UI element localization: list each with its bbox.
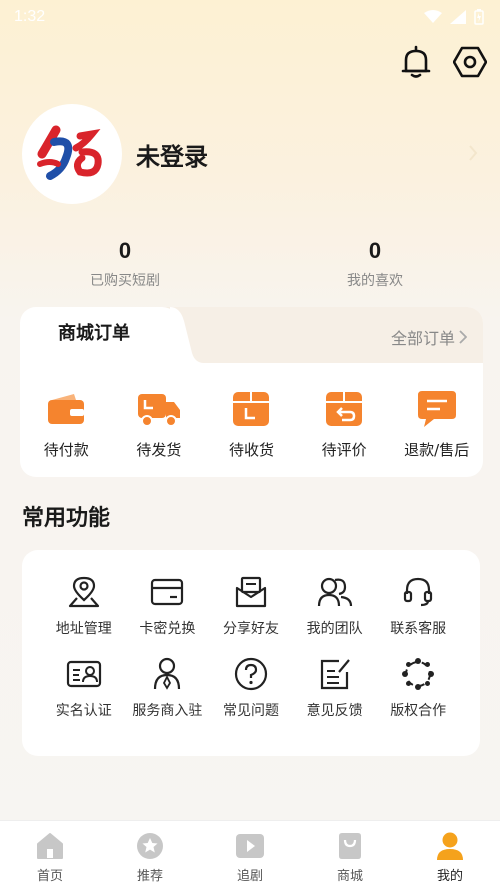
headset-icon: [404, 577, 433, 607]
func-customer-service[interactable]: 联系客服: [376, 574, 460, 638]
order-pending-receipt[interactable]: 待收货: [209, 389, 293, 460]
avatar[interactable]: [22, 104, 122, 204]
star-icon: [137, 833, 163, 859]
settings-hex-icon: [453, 46, 487, 78]
settings-button[interactable]: [452, 42, 488, 82]
profile-header[interactable]: 未登录: [22, 104, 492, 204]
tab-series[interactable]: 追剧: [200, 821, 300, 889]
func-label: 实名认证: [55, 703, 112, 719]
func-label: 常见问题: [222, 703, 279, 719]
func-card-redeem[interactable]: 卡密兑换: [126, 574, 210, 638]
stats-row: 0 已购买短剧 0 我的喜欢: [0, 238, 500, 290]
id-card-icon: [66, 660, 101, 688]
order-label: 待发货: [136, 441, 182, 459]
order-label: 待评价: [321, 441, 367, 459]
person-icon: [437, 832, 463, 860]
home-icon: [37, 833, 63, 859]
functions-card: 地址管理 卡密兑换 分享好友 我的团队 联系客服 实名认证 服务商入驻 常见问题…: [22, 550, 480, 756]
team-icon: [317, 577, 352, 607]
order-pending-payment[interactable]: 待付款: [24, 389, 108, 460]
functions-grid: 地址管理 卡密兑换 分享好友 我的团队 联系客服 实名认证 服务商入驻 常见问题…: [42, 574, 460, 720]
tab-recommend[interactable]: 推荐: [100, 821, 200, 889]
feedback-icon: [320, 659, 350, 690]
order-label: 待付款: [43, 441, 89, 459]
func-label: 服务商入驻: [132, 703, 203, 719]
bottom-tab-bar: 首页 推荐 追剧 商城 我的: [0, 820, 500, 889]
tab-mine[interactable]: 我的: [400, 821, 500, 889]
login-status[interactable]: 未登录: [136, 137, 208, 172]
func-copyright[interactable]: 版权合作: [376, 656, 460, 720]
status-bar: 1:32: [0, 0, 500, 34]
tab-mall-orders[interactable]: 商城订单: [20, 307, 180, 363]
shop-bag-icon: [339, 833, 361, 859]
refund-chat-icon: [417, 391, 456, 427]
stat-value: 0: [368, 238, 382, 263]
all-orders-link[interactable]: 全部订单: [391, 325, 467, 349]
location-icon: [68, 576, 99, 608]
app-logo-icon: [37, 125, 102, 180]
order-pending-review[interactable]: 待评价: [302, 389, 386, 460]
stat-label: 我的喜欢: [347, 273, 403, 289]
tab-label: 追剧: [236, 869, 263, 884]
func-team[interactable]: 我的团队: [293, 574, 377, 638]
orders-header: 商城订单 全部订单: [20, 307, 483, 363]
section-title-functions: 常用功能: [22, 506, 111, 531]
wifi-icon: [424, 10, 442, 23]
copyright-icon: [402, 658, 435, 690]
chevron-right-icon: [469, 145, 478, 161]
func-label: 联系客服: [390, 621, 447, 637]
box-icon: [233, 392, 270, 426]
tab-shop[interactable]: 商城: [300, 821, 400, 889]
func-label: 分享好友: [222, 621, 279, 637]
stat-favorites[interactable]: 0 我的喜欢: [250, 238, 500, 290]
stat-purchased[interactable]: 0 已购买短剧: [0, 238, 250, 290]
order-refund-aftersale[interactable]: 退款/售后: [395, 389, 479, 460]
stat-value: 0: [118, 238, 132, 263]
tab-label: 我的: [436, 869, 463, 884]
status-icons: [424, 9, 484, 25]
notification-button[interactable]: [398, 42, 434, 82]
provider-icon: [154, 657, 181, 690]
func-share[interactable]: 分享好友: [209, 574, 293, 638]
tab-home[interactable]: 首页: [0, 821, 100, 889]
top-actions: [398, 42, 488, 82]
order-label: 退款/售后: [404, 441, 470, 459]
func-label: 地址管理: [55, 621, 112, 637]
status-time: 1:32: [14, 8, 46, 25]
tab-label: 首页: [36, 869, 63, 884]
review-box-icon: [326, 392, 363, 426]
func-real-name[interactable]: 实名认证: [42, 656, 126, 720]
func-label: 我的团队: [306, 621, 363, 637]
signal-icon: [450, 10, 466, 24]
bell-icon: [401, 45, 431, 78]
order-label: 待收货: [228, 441, 274, 459]
stat-label: 已购买短剧: [90, 273, 160, 289]
question-icon: [234, 657, 268, 691]
order-status-row: 待付款 待发货 待收货 待评价 退款/售后: [20, 363, 483, 460]
func-feedback[interactable]: 意见反馈: [293, 656, 377, 720]
func-label: 意见反馈: [306, 703, 363, 719]
order-pending-shipment[interactable]: 待发货: [117, 389, 201, 460]
func-provider-join[interactable]: 服务商入驻: [126, 656, 210, 720]
tab-label: 推荐: [136, 869, 163, 884]
func-faq[interactable]: 常见问题: [209, 656, 293, 720]
play-icon: [236, 834, 264, 858]
battery-icon: [474, 9, 484, 25]
func-label: 卡密兑换: [139, 621, 196, 637]
tab-curve-decoration: [170, 307, 204, 363]
func-label: 版权合作: [390, 703, 447, 719]
tab-label: 商城: [336, 869, 363, 884]
orders-card: 商城订单 全部订单 待付款 待发货 待收货 待评价 退款/售后: [20, 307, 483, 477]
truck-icon: [137, 394, 180, 427]
card-icon: [151, 578, 184, 606]
chevron-right-icon: [459, 330, 467, 344]
func-address[interactable]: 地址管理: [42, 574, 126, 638]
wallet-icon: [48, 394, 85, 424]
all-orders-label: 全部订单: [390, 329, 455, 348]
share-envelope-icon: [235, 576, 267, 608]
